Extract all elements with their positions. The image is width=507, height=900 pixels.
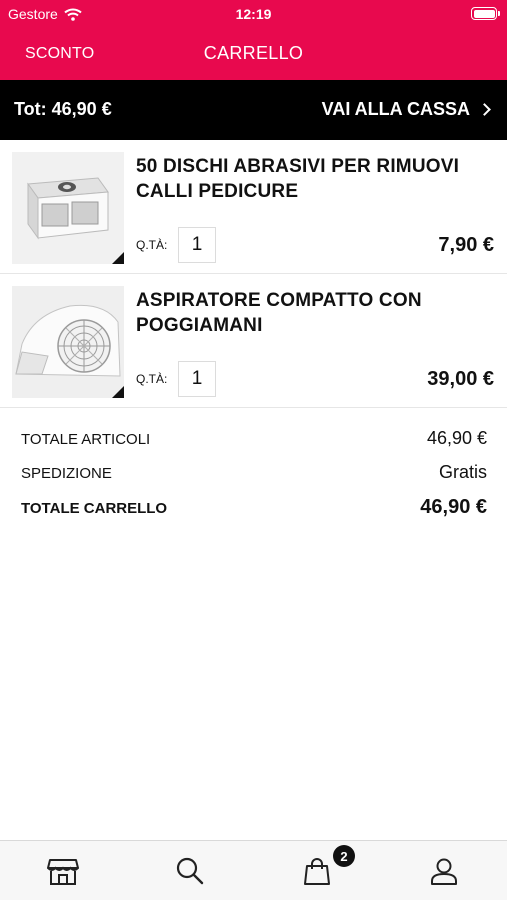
- status-bar: Gestore 12:19: [0, 0, 507, 28]
- battery-icon: [471, 7, 500, 20]
- checkout-label: VAI ALLA CASSA: [321, 99, 470, 119]
- tab-cart[interactable]: [254, 841, 380, 900]
- cart-total-value: 46,90 €: [420, 496, 487, 518]
- product-name[interactable]: 50 DISCHI ABRASIVI PER RIMUOVI CALLI PED…: [136, 154, 491, 204]
- items-total-row: TOTALE ARTICOLI 46,90 €: [21, 428, 487, 449]
- page-title: CARRELLO: [203, 43, 304, 63]
- shipping-label: SPEDIZIONE: [21, 465, 112, 482]
- quantity-label: Q.TÀ:: [136, 238, 168, 252]
- clock: 12:19: [235, 6, 272, 22]
- cart-total-label: TOTALE CARRELLO: [21, 500, 168, 517]
- product-image[interactable]: [12, 286, 124, 398]
- product-price: 39,00 €: [427, 368, 494, 390]
- tab-account[interactable]: [381, 841, 507, 900]
- store-icon: [47, 859, 79, 885]
- product-price: 7,90 €: [438, 234, 494, 256]
- quantity-field[interactable]: 1: [178, 227, 216, 263]
- checkout-button[interactable]: VAI ALLA CASSA: [321, 99, 491, 120]
- cart-item[interactable]: ASPIRATORE COMPATTO CON POGGIAMANI Q.TÀ:…: [0, 274, 507, 408]
- cart-item[interactable]: 50 DISCHI ABRASIVI PER RIMUOVI CALLI PED…: [0, 140, 507, 274]
- chevron-right-icon: [478, 103, 491, 116]
- cart-count-badge: 2: [333, 845, 355, 867]
- items-total-label: TOTALE ARTICOLI: [21, 431, 151, 448]
- user-icon: [431, 858, 457, 885]
- tab-bar: 2: [0, 840, 507, 900]
- quantity-label: Q.TÀ:: [136, 372, 168, 386]
- shipping-row: SPEDIZIONE Gratis: [21, 462, 487, 483]
- tab-search[interactable]: [127, 841, 253, 900]
- navigation-bar: SCONTO CARRELLO: [0, 28, 507, 80]
- shopping-bag-icon: [304, 858, 330, 885]
- shipping-value: Gratis: [438, 462, 487, 482]
- total-bar: Tot: 46,90 € VAI ALLA CASSA: [0, 80, 507, 140]
- cart-total-header: Tot: 46,90 €: [14, 99, 112, 119]
- product-name[interactable]: ASPIRATORE COMPATTO CON POGGIAMANI: [136, 288, 491, 338]
- cart-total-row: TOTALE CARRELLO 46,90 €: [21, 496, 487, 519]
- quantity-field[interactable]: 1: [178, 361, 216, 397]
- product-image[interactable]: [12, 152, 124, 264]
- tab-store[interactable]: [0, 841, 126, 900]
- items-total-value: 46,90 €: [426, 428, 487, 448]
- search-icon: [176, 857, 204, 885]
